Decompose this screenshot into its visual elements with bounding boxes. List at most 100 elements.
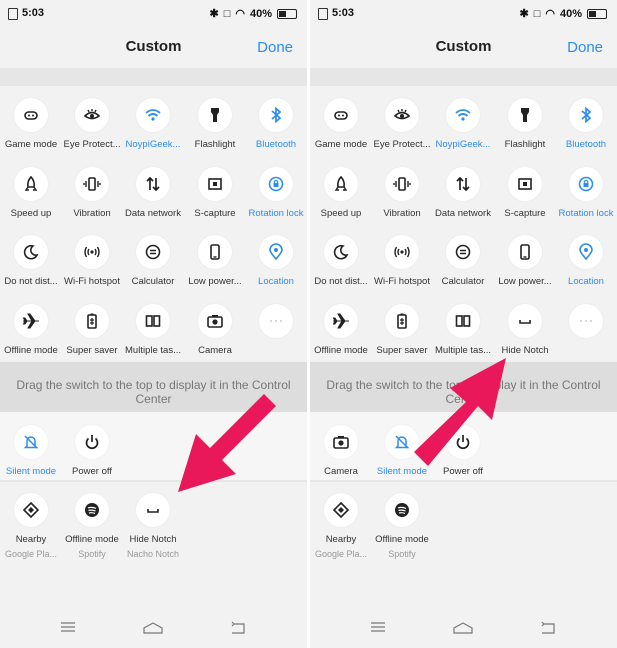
- tile-label: Game mode: [314, 139, 368, 150]
- tile-wifi[interactable]: NoypiGeek...: [122, 98, 184, 158]
- tile-airplane[interactable]: Offline mode: [310, 304, 372, 364]
- tile-label: Location: [258, 276, 294, 287]
- tile-label: Location: [568, 276, 604, 287]
- rotation-lock-icon: [578, 176, 594, 192]
- tile-camera[interactable]: Camera: [184, 304, 246, 364]
- tile-location[interactable]: Location: [245, 235, 307, 295]
- tile-label: Hide Notch: [129, 534, 177, 545]
- silent-icon: [23, 435, 39, 449]
- tile-calculator[interactable]: Calculator: [122, 235, 184, 295]
- tile-vibration[interactable]: Vibration: [61, 167, 123, 227]
- back-nav-icon[interactable]: [230, 621, 246, 635]
- calculator-icon: [455, 244, 471, 260]
- tile-circle: [198, 167, 232, 201]
- tile-circle: [569, 167, 603, 201]
- tile-spotify[interactable]: Offline mode Spotify: [61, 493, 123, 559]
- tile-label: Bluetooth: [565, 139, 607, 150]
- tile-power[interactable]: Power off: [61, 425, 123, 485]
- silent-icon: [394, 435, 410, 449]
- tile-rotation-lock[interactable]: Rotation lock: [555, 167, 617, 227]
- menu-nav-icon[interactable]: [60, 621, 76, 633]
- battery-icon: [587, 8, 607, 19]
- menu-nav-icon[interactable]: [370, 621, 386, 633]
- annotation-arrow-up-right: [414, 358, 506, 466]
- tile-rocket[interactable]: Speed up: [0, 167, 62, 227]
- tile-rotation-lock[interactable]: Rotation lock: [245, 167, 307, 227]
- tile-phone[interactable]: Low power...: [184, 235, 246, 295]
- done-button[interactable]: Done: [257, 39, 293, 56]
- tile-calculator[interactable]: Calculator: [432, 235, 494, 295]
- tile-circle: [446, 235, 480, 269]
- tile-label: Eye Protect...: [63, 139, 121, 150]
- tile-screenshot[interactable]: S-capture: [184, 167, 246, 227]
- tile-data-network[interactable]: Data network: [432, 167, 494, 227]
- tile-moon[interactable]: Do not dist...: [310, 235, 372, 295]
- phone-icon: [520, 244, 530, 260]
- tile-bluetooth[interactable]: Bluetooth: [555, 98, 617, 158]
- tile-more[interactable]: [555, 304, 617, 364]
- tile-hotspot[interactable]: Wi-Fi hotspot: [371, 235, 433, 295]
- tile-notch[interactable]: Hide Notch Nacho Notch: [122, 493, 184, 559]
- tile-circle: [136, 235, 170, 269]
- tile-eye[interactable]: Eye Protect...: [61, 98, 123, 158]
- tile-eye[interactable]: Eye Protect...: [371, 98, 433, 158]
- battery-icon: [277, 8, 297, 19]
- tile-label: Silent mode: [5, 466, 57, 477]
- location-icon: [269, 243, 283, 261]
- tile-silent[interactable]: Silent mode: [0, 425, 62, 485]
- tile-label: NoypiGeek...: [435, 139, 491, 150]
- moon-icon: [333, 244, 349, 260]
- nearby-icon: [332, 501, 350, 519]
- eye-icon: [393, 109, 411, 120]
- tile-nearby[interactable]: Nearby Google Pla...: [0, 493, 62, 559]
- tile-circle: [324, 235, 358, 269]
- tile-phone[interactable]: Low power...: [494, 235, 556, 295]
- tile-label: Flashlight: [194, 139, 236, 150]
- tile-circle: [385, 167, 419, 201]
- tile-spotify[interactable]: Offline mode Spotify: [371, 493, 433, 559]
- tile-circle: [446, 304, 480, 338]
- bluetooth-icon: [581, 106, 592, 124]
- left-screen: 5:03 ✱ □ ◠ 40% Custom Done Drag the swit…: [0, 0, 307, 648]
- tile-label: Low power...: [188, 276, 242, 287]
- tile-flashlight[interactable]: Flashlight: [184, 98, 246, 158]
- tile-hotspot[interactable]: Wi-Fi hotspot: [61, 235, 123, 295]
- tile-circle: [198, 98, 232, 132]
- tile-flashlight[interactable]: Flashlight: [494, 98, 556, 158]
- tile-nearby[interactable]: Nearby Google Pla...: [310, 493, 372, 559]
- tile-more[interactable]: [245, 304, 307, 364]
- tile-location[interactable]: Location: [555, 235, 617, 295]
- back-nav-icon[interactable]: [540, 621, 556, 635]
- tile-bluetooth[interactable]: Bluetooth: [245, 98, 307, 158]
- tile-gamepad[interactable]: Game mode: [0, 98, 62, 158]
- tile-rocket[interactable]: Speed up: [310, 167, 372, 227]
- tile-label: Do not dist...: [4, 276, 58, 287]
- tile-circle: [198, 235, 232, 269]
- home-nav-icon[interactable]: [452, 621, 474, 635]
- tile-circle: [385, 98, 419, 132]
- sim-icon: [318, 8, 328, 20]
- tile-airplane[interactable]: Offline mode: [0, 304, 62, 364]
- tile-camera[interactable]: Camera: [310, 425, 372, 485]
- tile-screenshot[interactable]: S-capture: [494, 167, 556, 227]
- tile-circle: [446, 167, 480, 201]
- tile-circle: [324, 98, 358, 132]
- location-icon: [579, 243, 593, 261]
- tile-wifi[interactable]: NoypiGeek...: [432, 98, 494, 158]
- tile-circle: [75, 167, 109, 201]
- tile-gamepad[interactable]: Game mode: [310, 98, 372, 158]
- bluetooth-status-icon: ✱: [209, 8, 219, 20]
- done-button[interactable]: Done: [567, 39, 603, 56]
- tile-label: Offline mode: [375, 534, 429, 545]
- annotation-arrow-down-left: [178, 394, 276, 492]
- tile-multitask[interactable]: Multiple tas...: [122, 304, 184, 364]
- vibration-icon: [393, 177, 411, 191]
- tile-circle: [75, 304, 109, 338]
- home-nav-icon[interactable]: [142, 621, 164, 635]
- tile-battery-saver[interactable]: Super saver: [61, 304, 123, 364]
- tile-label: Eye Protect...: [373, 139, 431, 150]
- tile-vibration[interactable]: Vibration: [371, 167, 433, 227]
- tile-moon[interactable]: Do not dist...: [0, 235, 62, 295]
- tile-data-network[interactable]: Data network: [122, 167, 184, 227]
- tile-label: Do not dist...: [314, 276, 368, 287]
